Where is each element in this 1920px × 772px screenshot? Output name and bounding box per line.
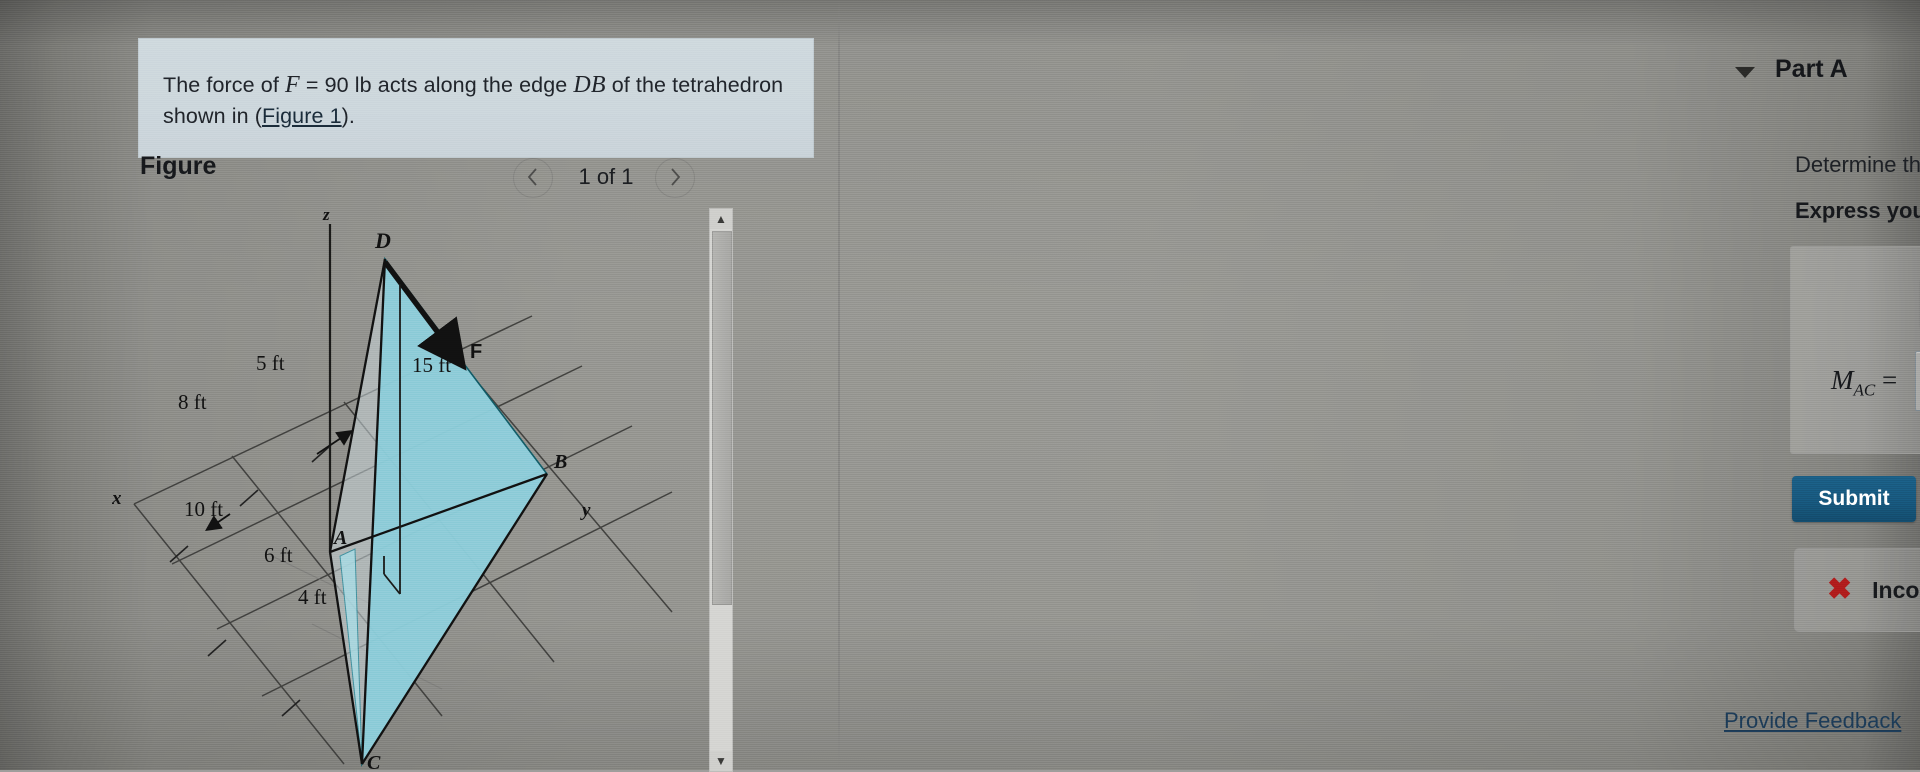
chevron-left-icon: [527, 168, 537, 187]
scroll-up-button[interactable]: ▲: [710, 209, 732, 229]
figure-title: Figure: [140, 152, 217, 180]
chevron-right-icon: [671, 168, 681, 187]
vertex-c-label: C: [367, 752, 381, 770]
scroll-down-button[interactable]: ▼: [710, 751, 732, 771]
figure-prev-button[interactable]: [513, 158, 553, 198]
part-a-title: Part A: [1775, 55, 1848, 83]
figure-page-label: 1 of 1: [578, 164, 634, 189]
figure-image: z D A B C F x y 5 ft 8 ft 10 ft 15 ft 6 …: [112, 204, 728, 770]
force-label: F: [470, 341, 482, 363]
answer-card: √ ΑΣϕ ⇅ vec: [1790, 246, 1920, 454]
dim-6ft-label: 6 ft: [264, 543, 293, 567]
figure-pager: 1 of 1: [513, 158, 695, 200]
prompt-text: Determine the magnitude of the moment of…: [1795, 152, 1920, 177]
tetrahedron-diagram: z D A B C F x y 5 ft 8 ft 10 ft 15 ft 6 …: [112, 205, 673, 770]
axis-z-label: z: [322, 205, 330, 224]
part-a-instruction: Express your answer in pound-feet to thr…: [1795, 198, 1920, 223]
dim-5ft-label: 5 ft: [256, 351, 285, 375]
provide-feedback-link[interactable]: Provide Feedback: [1724, 708, 1901, 734]
vertex-d-label: D: [374, 228, 391, 253]
dim-10ft-label: 10 ft: [184, 497, 223, 521]
axis-y-label: y: [580, 500, 591, 521]
caret-down-icon[interactable]: [1735, 67, 1755, 78]
feedback-banner: ✖ Incorrect; Try Again; 4 attempts remai…: [1794, 548, 1920, 632]
problem-pane: The force of F = 90 lb acts along the ed…: [68, 0, 838, 772]
vertex-a-label: A: [332, 527, 347, 549]
force-symbol: F: [285, 72, 300, 98]
answer-input[interactable]: − 303: [1915, 351, 1920, 411]
mastering-physics-page: chevron-right-icon The force of F = 90 l…: [0, 0, 1920, 772]
problem-text-part2: = 90 lb acts along the edge: [299, 73, 574, 97]
dim-4ft-label: 4 ft: [298, 585, 327, 609]
submit-button[interactable]: Submit: [1792, 476, 1916, 522]
axis-x-label: x: [112, 488, 122, 509]
answer-var-main: M: [1831, 365, 1854, 395]
answer-variable-label: MAC =: [1831, 365, 1897, 400]
scroll-thumb[interactable]: [712, 231, 732, 605]
vertex-b-label: B: [553, 451, 567, 473]
answer-var-equals: =: [1875, 365, 1898, 395]
answer-var-sub: AC: [1853, 380, 1876, 400]
answer-pane: Part A Determine the magnitude of the mo…: [840, 0, 1920, 770]
edge-symbol: DB: [573, 72, 606, 98]
answer-row: MAC = − 303 lb · ft: [1791, 351, 1920, 413]
problem-text-part1: The force of: [163, 73, 285, 97]
problem-text-part4: ).: [341, 104, 356, 128]
figure-1-link[interactable]: Figure 1: [262, 104, 342, 128]
figure-next-button[interactable]: [655, 158, 695, 198]
part-a-prompt: Determine the magnitude of the moment of…: [1795, 152, 1920, 179]
feedback-message: Incorrect; Try Again; 4 attempts remaini…: [1872, 576, 1920, 603]
dim-8ft-label: 8 ft: [178, 390, 207, 414]
red-x-icon: ✖: [1827, 573, 1853, 606]
figure-scrollbar[interactable]: ▲ ▼: [709, 208, 733, 772]
problem-statement-text: The force of F = 90 lb acts along the ed…: [163, 70, 803, 132]
dim-15ft-label: 15 ft: [412, 353, 451, 377]
